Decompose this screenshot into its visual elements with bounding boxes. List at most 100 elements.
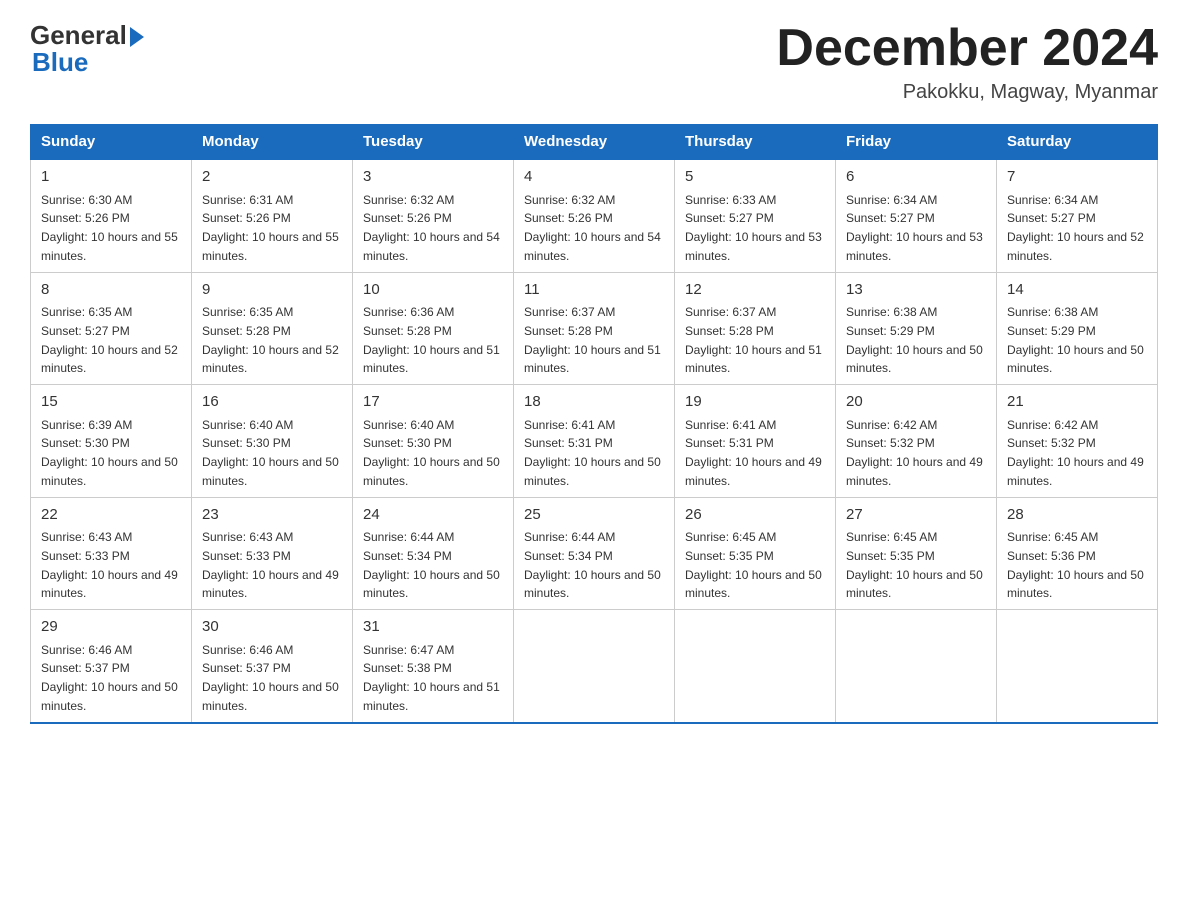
day-number: 6: [846, 166, 986, 189]
title-block: December 2024 Pakokku, Magway, Myanmar: [776, 20, 1158, 104]
calendar-cell: 28 Sunrise: 6:45 AMSunset: 5:36 PMDaylig…: [997, 497, 1158, 610]
calendar-cell: 10 Sunrise: 6:36 AMSunset: 5:28 PMDaylig…: [353, 272, 514, 385]
calendar-cell: 31 Sunrise: 6:47 AMSunset: 5:38 PMDaylig…: [353, 610, 514, 723]
day-info: Sunrise: 6:46 AMSunset: 5:37 PMDaylight:…: [202, 643, 339, 713]
calendar-cell: 5 Sunrise: 6:33 AMSunset: 5:27 PMDayligh…: [675, 159, 836, 272]
day-info: Sunrise: 6:41 AMSunset: 5:31 PMDaylight:…: [524, 418, 661, 488]
week-row-1: 1 Sunrise: 6:30 AMSunset: 5:26 PMDayligh…: [31, 159, 1158, 272]
day-info: Sunrise: 6:44 AMSunset: 5:34 PMDaylight:…: [524, 530, 661, 600]
day-number: 2: [202, 166, 342, 189]
day-number: 15: [41, 391, 181, 414]
day-number: 27: [846, 504, 986, 527]
page-header: General Blue December 2024 Pakokku, Magw…: [30, 20, 1158, 104]
day-info: Sunrise: 6:43 AMSunset: 5:33 PMDaylight:…: [41, 530, 178, 600]
day-info: Sunrise: 6:40 AMSunset: 5:30 PMDaylight:…: [363, 418, 500, 488]
header-saturday: Saturday: [997, 125, 1158, 160]
calendar-cell: [514, 610, 675, 723]
day-number: 5: [685, 166, 825, 189]
day-info: Sunrise: 6:32 AMSunset: 5:26 PMDaylight:…: [524, 193, 661, 263]
logo-arrow-icon: [130, 27, 144, 47]
calendar-cell: 22 Sunrise: 6:43 AMSunset: 5:33 PMDaylig…: [31, 497, 192, 610]
day-info: Sunrise: 6:34 AMSunset: 5:27 PMDaylight:…: [846, 193, 983, 263]
day-info: Sunrise: 6:30 AMSunset: 5:26 PMDaylight:…: [41, 193, 178, 263]
logo: General Blue: [30, 20, 144, 78]
day-info: Sunrise: 6:38 AMSunset: 5:29 PMDaylight:…: [846, 305, 983, 375]
day-number: 22: [41, 504, 181, 527]
day-info: Sunrise: 6:32 AMSunset: 5:26 PMDaylight:…: [363, 193, 500, 263]
calendar-cell: 19 Sunrise: 6:41 AMSunset: 5:31 PMDaylig…: [675, 385, 836, 498]
logo-blue-text: Blue: [32, 47, 88, 78]
day-number: 25: [524, 504, 664, 527]
day-number: 30: [202, 616, 342, 639]
calendar-cell: 6 Sunrise: 6:34 AMSunset: 5:27 PMDayligh…: [836, 159, 997, 272]
day-number: 9: [202, 279, 342, 302]
day-number: 13: [846, 279, 986, 302]
header-wednesday: Wednesday: [514, 125, 675, 160]
calendar-cell: 12 Sunrise: 6:37 AMSunset: 5:28 PMDaylig…: [675, 272, 836, 385]
day-info: Sunrise: 6:45 AMSunset: 5:35 PMDaylight:…: [846, 530, 983, 600]
day-number: 7: [1007, 166, 1147, 189]
day-info: Sunrise: 6:41 AMSunset: 5:31 PMDaylight:…: [685, 418, 822, 488]
day-info: Sunrise: 6:37 AMSunset: 5:28 PMDaylight:…: [685, 305, 822, 375]
calendar-cell: 25 Sunrise: 6:44 AMSunset: 5:34 PMDaylig…: [514, 497, 675, 610]
week-row-4: 22 Sunrise: 6:43 AMSunset: 5:33 PMDaylig…: [31, 497, 1158, 610]
day-info: Sunrise: 6:38 AMSunset: 5:29 PMDaylight:…: [1007, 305, 1144, 375]
month-title: December 2024: [776, 20, 1158, 77]
day-info: Sunrise: 6:47 AMSunset: 5:38 PMDaylight:…: [363, 643, 500, 713]
calendar-cell: [836, 610, 997, 723]
day-info: Sunrise: 6:45 AMSunset: 5:35 PMDaylight:…: [685, 530, 822, 600]
header-monday: Monday: [192, 125, 353, 160]
header-thursday: Thursday: [675, 125, 836, 160]
calendar-cell: 14 Sunrise: 6:38 AMSunset: 5:29 PMDaylig…: [997, 272, 1158, 385]
day-info: Sunrise: 6:36 AMSunset: 5:28 PMDaylight:…: [363, 305, 500, 375]
day-number: 21: [1007, 391, 1147, 414]
day-number: 12: [685, 279, 825, 302]
header-sunday: Sunday: [31, 125, 192, 160]
day-number: 28: [1007, 504, 1147, 527]
day-info: Sunrise: 6:35 AMSunset: 5:27 PMDaylight:…: [41, 305, 178, 375]
calendar-cell: 20 Sunrise: 6:42 AMSunset: 5:32 PMDaylig…: [836, 385, 997, 498]
calendar-cell: 15 Sunrise: 6:39 AMSunset: 5:30 PMDaylig…: [31, 385, 192, 498]
day-number: 11: [524, 279, 664, 302]
header-row: SundayMondayTuesdayWednesdayThursdayFrid…: [31, 125, 1158, 160]
calendar-cell: 18 Sunrise: 6:41 AMSunset: 5:31 PMDaylig…: [514, 385, 675, 498]
calendar-cell: 8 Sunrise: 6:35 AMSunset: 5:27 PMDayligh…: [31, 272, 192, 385]
day-info: Sunrise: 6:45 AMSunset: 5:36 PMDaylight:…: [1007, 530, 1144, 600]
day-info: Sunrise: 6:42 AMSunset: 5:32 PMDaylight:…: [846, 418, 983, 488]
day-number: 14: [1007, 279, 1147, 302]
day-number: 23: [202, 504, 342, 527]
day-number: 31: [363, 616, 503, 639]
calendar-cell: 16 Sunrise: 6:40 AMSunset: 5:30 PMDaylig…: [192, 385, 353, 498]
day-number: 17: [363, 391, 503, 414]
calendar-cell: 27 Sunrise: 6:45 AMSunset: 5:35 PMDaylig…: [836, 497, 997, 610]
calendar-cell: 13 Sunrise: 6:38 AMSunset: 5:29 PMDaylig…: [836, 272, 997, 385]
calendar-cell: 17 Sunrise: 6:40 AMSunset: 5:30 PMDaylig…: [353, 385, 514, 498]
calendar-cell: 29 Sunrise: 6:46 AMSunset: 5:37 PMDaylig…: [31, 610, 192, 723]
day-number: 8: [41, 279, 181, 302]
week-row-5: 29 Sunrise: 6:46 AMSunset: 5:37 PMDaylig…: [31, 610, 1158, 723]
calendar-cell: 11 Sunrise: 6:37 AMSunset: 5:28 PMDaylig…: [514, 272, 675, 385]
location-text: Pakokku, Magway, Myanmar: [776, 81, 1158, 104]
calendar-cell: 4 Sunrise: 6:32 AMSunset: 5:26 PMDayligh…: [514, 159, 675, 272]
header-tuesday: Tuesday: [353, 125, 514, 160]
week-row-3: 15 Sunrise: 6:39 AMSunset: 5:30 PMDaylig…: [31, 385, 1158, 498]
calendar-cell: [997, 610, 1158, 723]
calendar-cell: 24 Sunrise: 6:44 AMSunset: 5:34 PMDaylig…: [353, 497, 514, 610]
day-info: Sunrise: 6:34 AMSunset: 5:27 PMDaylight:…: [1007, 193, 1144, 263]
day-info: Sunrise: 6:35 AMSunset: 5:28 PMDaylight:…: [202, 305, 339, 375]
day-info: Sunrise: 6:43 AMSunset: 5:33 PMDaylight:…: [202, 530, 339, 600]
day-info: Sunrise: 6:46 AMSunset: 5:37 PMDaylight:…: [41, 643, 178, 713]
day-info: Sunrise: 6:40 AMSunset: 5:30 PMDaylight:…: [202, 418, 339, 488]
day-number: 29: [41, 616, 181, 639]
day-number: 24: [363, 504, 503, 527]
day-number: 20: [846, 391, 986, 414]
day-info: Sunrise: 6:31 AMSunset: 5:26 PMDaylight:…: [202, 193, 339, 263]
calendar-cell: 9 Sunrise: 6:35 AMSunset: 5:28 PMDayligh…: [192, 272, 353, 385]
day-info: Sunrise: 6:42 AMSunset: 5:32 PMDaylight:…: [1007, 418, 1144, 488]
day-number: 16: [202, 391, 342, 414]
calendar-cell: 30 Sunrise: 6:46 AMSunset: 5:37 PMDaylig…: [192, 610, 353, 723]
header-friday: Friday: [836, 125, 997, 160]
calendar-cell: [675, 610, 836, 723]
calendar-table: SundayMondayTuesdayWednesdayThursdayFrid…: [30, 124, 1158, 724]
day-number: 18: [524, 391, 664, 414]
